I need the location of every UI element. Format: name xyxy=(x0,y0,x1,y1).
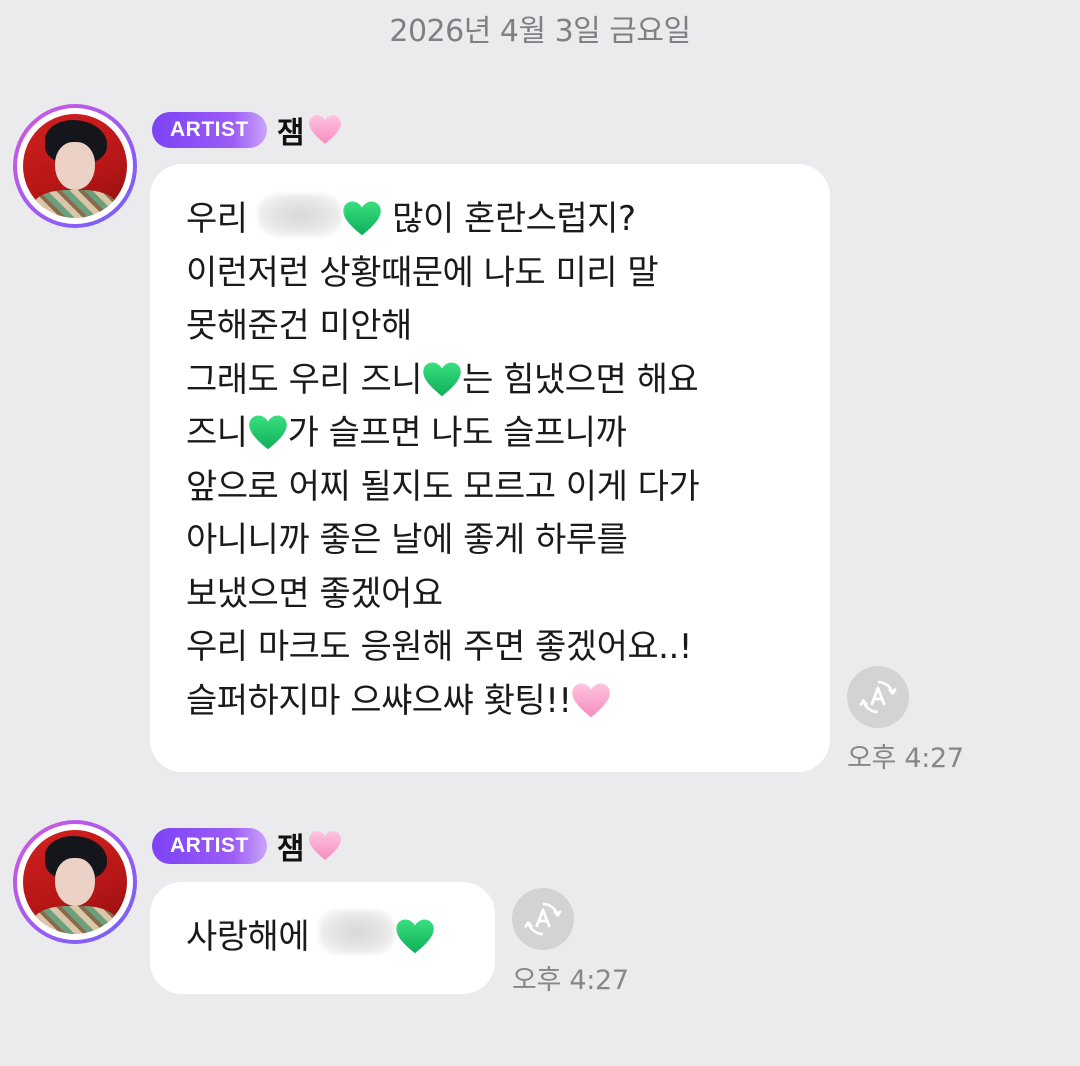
sender-name[interactable]: 잼 xyxy=(277,824,343,868)
translate-button[interactable] xyxy=(847,666,909,728)
message-bubble[interactable]: 우리 많이 혼란스럽지? 이런저런 상황때문에 나도 미리 말 못해준건 미안해… xyxy=(150,164,830,772)
message-line: 앞으로 어찌 될지도 모르고 이게 다가 xyxy=(186,466,700,507)
message-line: 이런저런 상황때문에 나도 미리 말 xyxy=(186,252,659,293)
message-time: 오후 4:27 xyxy=(512,965,629,996)
message-line: 사랑해에 xyxy=(186,910,495,965)
translate-icon xyxy=(859,680,897,714)
green-heart-icon xyxy=(395,918,435,956)
sender-row: ARTIST 잼 xyxy=(152,108,343,152)
green-heart-icon xyxy=(248,414,288,452)
translate-button[interactable] xyxy=(512,888,574,950)
message-line: 못해준건 미안해 xyxy=(186,306,412,346)
avatar[interactable] xyxy=(13,820,137,944)
message-line: 우리 마크도 응원해 주면 좋겠어요..! xyxy=(186,627,692,667)
pink-heart-icon xyxy=(308,114,342,146)
avatar-image xyxy=(23,830,127,934)
blurred-name xyxy=(319,910,396,954)
sender-name-text: 잼 xyxy=(276,116,305,151)
translate-icon xyxy=(524,902,562,936)
pink-heart-icon xyxy=(308,830,342,862)
message-bubble[interactable]: 사랑해에 xyxy=(150,882,495,994)
blurred-name xyxy=(257,194,342,236)
message-line: 그래도 우리 즈니 는 힘냈으면 해요 xyxy=(186,359,699,400)
message-line: 아니니까 좋은 날에 좋게 하루를 xyxy=(186,520,628,560)
message-text: 우리 많이 혼란스럽지? 이런저런 상황때문에 나도 미리 말 못해준건 미안해… xyxy=(186,193,830,728)
avatar-image xyxy=(23,114,127,218)
sender-name[interactable]: 잼 xyxy=(277,108,343,152)
message-line: 즈니 가 슬프면 나도 슬프니까 xyxy=(186,413,627,453)
artist-badge: ARTIST xyxy=(152,828,267,864)
pink-heart-icon xyxy=(571,682,611,720)
message-line: 우리 많이 혼란스럽지? xyxy=(186,193,830,247)
green-heart-icon xyxy=(422,361,462,399)
message-line: 보냈으면 좋겠어요 xyxy=(186,573,443,614)
artist-badge: ARTIST xyxy=(152,112,267,148)
message-text: 사랑해에 xyxy=(186,910,495,965)
message-line: 슬퍼하지마 으쌰으쌰 홧팅!! xyxy=(186,675,830,729)
sender-row: ARTIST 잼 xyxy=(152,824,343,868)
avatar[interactable] xyxy=(13,104,137,228)
date-divider: 2026년 4월 3일 금요일 xyxy=(389,14,691,49)
message-time: 오후 4:27 xyxy=(847,743,964,774)
green-heart-icon xyxy=(342,200,382,238)
sender-name-text: 잼 xyxy=(276,832,305,867)
